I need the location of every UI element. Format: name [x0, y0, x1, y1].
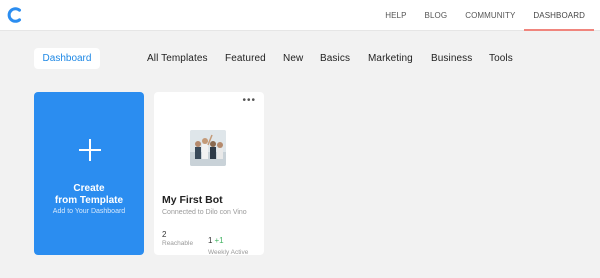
create-from-template-card[interactable]: Create from Template Add to Your Dashboa… [34, 92, 144, 255]
app-logo-c-icon[interactable] [6, 6, 24, 24]
category-marketing[interactable]: Marketing [368, 48, 413, 69]
more-dots-icon[interactable]: ••• [242, 96, 256, 106]
reachable-label: Reachable [162, 240, 194, 247]
weekly-active-stat: 1 +1 Weekly Active [208, 230, 248, 256]
reachable-value: 2 [162, 230, 167, 239]
bot-thumbnail [190, 130, 226, 166]
bot-name: My First Bot [162, 194, 223, 206]
reachable-stat: 2 Reachable [162, 230, 193, 247]
plus-icon [79, 139, 101, 161]
nav-help-link[interactable]: HELP [376, 0, 415, 31]
category-all-templates[interactable]: All Templates [147, 48, 208, 69]
template-filter-bar: Dashboard All Templates Featured New Bas… [0, 48, 600, 70]
top-nav: HELP BLOG COMMUNITY DASHBOARD [376, 0, 600, 31]
category-basics[interactable]: Basics [320, 48, 350, 69]
category-tools[interactable]: Tools [489, 48, 513, 69]
weekly-active-value: 1 [208, 236, 213, 245]
top-bar: HELP BLOG COMMUNITY DASHBOARD [0, 0, 600, 31]
nav-community-link[interactable]: COMMUNITY [456, 0, 524, 31]
category-featured[interactable]: Featured [225, 48, 266, 69]
bot-card[interactable]: ••• My First Bot Connected to Dilo con V… [154, 92, 264, 256]
nav-dashboard-link[interactable]: DASHBOARD [524, 0, 594, 31]
dashboard-tab[interactable]: Dashboard [34, 48, 100, 69]
create-card-title: Create from Template [54, 183, 124, 206]
nav-blog-link[interactable]: BLOG [416, 0, 457, 31]
category-business[interactable]: Business [431, 48, 472, 69]
bot-connection-text: Connected to Dilo con Vino [162, 209, 247, 216]
category-new[interactable]: New [283, 48, 303, 69]
weekly-active-delta: +1 [214, 236, 224, 245]
weekly-active-label: Weekly Active [208, 249, 249, 256]
create-card-subtitle: Add to Your Dashboard [52, 208, 126, 215]
